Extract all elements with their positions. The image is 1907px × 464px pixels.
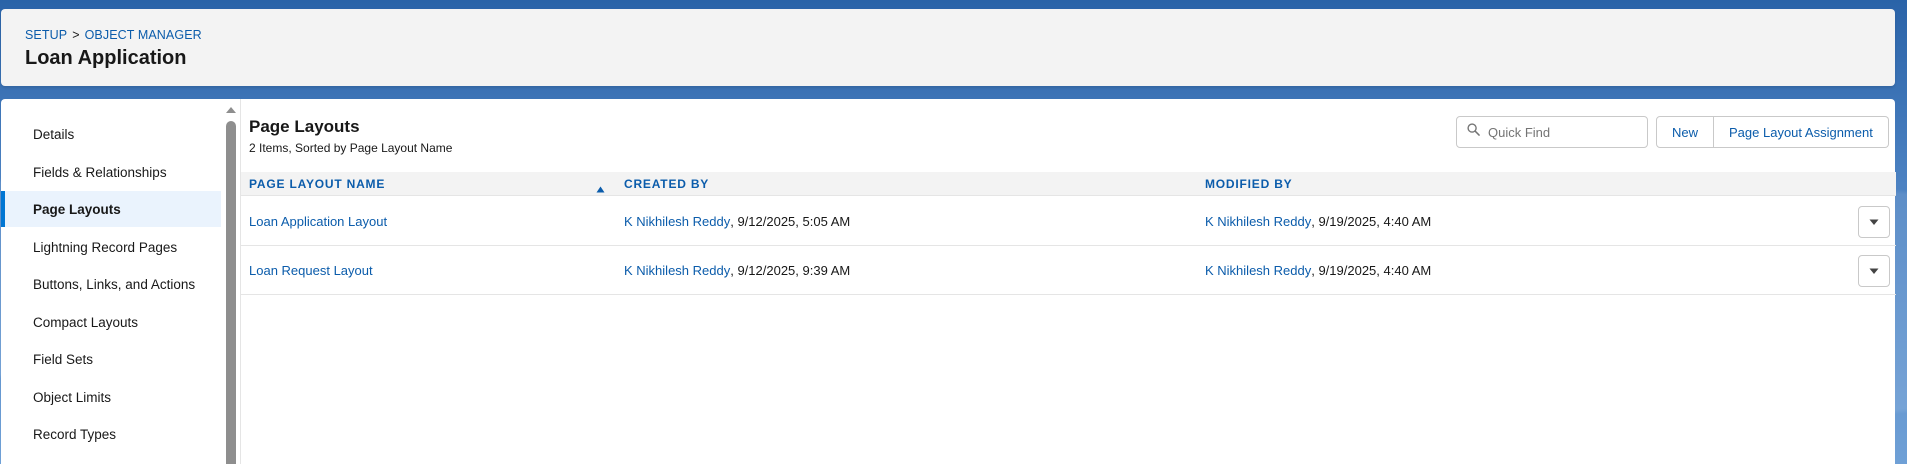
sidebar-item-page-layouts[interactable]: Page Layouts	[1, 191, 221, 227]
page-layout-name-cell: Loan Application Layout	[249, 197, 387, 246]
page-layout-name-cell: Loan Request Layout	[249, 246, 373, 295]
list-title: Page Layouts	[249, 117, 360, 136]
created-by-user-link[interactable]: K Nikhilesh Reddy	[624, 263, 730, 278]
modified-date: , 9/19/2025, 4:40 AM	[1311, 214, 1432, 229]
table-header: PAGE LAYOUT NAME CREATED BY MODIFIED BY	[241, 172, 1896, 196]
sidebar-item-record-types[interactable]: Record Types	[1, 416, 221, 452]
sidebar-item-object-limits[interactable]: Object Limits	[1, 379, 221, 415]
column-header-created-by[interactable]: CREATED BY	[624, 172, 709, 196]
object-sidebar: Details Fields & Relationships Page Layo…	[1, 99, 223, 464]
breadcrumb-separator: >	[72, 28, 80, 42]
chevron-down-icon	[1869, 262, 1879, 280]
scroll-up-arrow-icon[interactable]	[225, 105, 237, 115]
sidebar-item-fields-relationships[interactable]: Fields & Relationships	[1, 154, 221, 190]
page-layout-assignment-button[interactable]: Page Layout Assignment	[1714, 116, 1889, 148]
list-actions: New Page Layout Assignment	[1656, 116, 1889, 148]
scrollbar-thumb[interactable]	[226, 121, 236, 464]
created-by-cell: K Nikhilesh Reddy, 9/12/2025, 9:39 AM	[624, 246, 850, 295]
quick-find-search[interactable]	[1456, 116, 1648, 148]
page-layout-link[interactable]: Loan Application Layout	[249, 214, 387, 229]
modified-by-user-link[interactable]: K Nikhilesh Reddy	[1205, 214, 1311, 229]
sidebar-item-field-sets[interactable]: Field Sets	[1, 341, 221, 377]
column-header-modified-by[interactable]: MODIFIED BY	[1205, 172, 1292, 196]
created-by-user-link[interactable]: K Nikhilesh Reddy	[624, 214, 730, 229]
created-date: , 9/12/2025, 9:39 AM	[730, 263, 851, 278]
modified-by-cell: K Nikhilesh Reddy, 9/19/2025, 4:40 AM	[1205, 197, 1431, 246]
modified-by-user-link[interactable]: K Nikhilesh Reddy	[1205, 263, 1311, 278]
new-button[interactable]: New	[1656, 116, 1715, 148]
created-date: , 9/12/2025, 5:05 AM	[730, 214, 851, 229]
sidebar-item-compact-layouts[interactable]: Compact Layouts	[1, 304, 221, 340]
row-actions-button[interactable]	[1858, 206, 1890, 238]
sidebar-item-lightning-record-pages[interactable]: Lightning Record Pages	[1, 229, 221, 265]
table-row: Loan Request Layout K Nikhilesh Reddy, 9…	[241, 246, 1896, 295]
chevron-down-icon	[1869, 213, 1879, 231]
sort-ascending-icon[interactable]	[596, 180, 605, 198]
sidebar-item-buttons-links-actions[interactable]: Buttons, Links, and Actions	[1, 266, 221, 302]
sidebar-item-details[interactable]: Details	[1, 116, 221, 152]
column-header-page-layout-name[interactable]: PAGE LAYOUT NAME	[249, 172, 385, 196]
quick-find-input[interactable]	[1488, 124, 1638, 140]
modified-date: , 9/19/2025, 4:40 AM	[1311, 263, 1432, 278]
created-by-cell: K Nikhilesh Reddy, 9/12/2025, 5:05 AM	[624, 197, 850, 246]
modified-by-cell: K Nikhilesh Reddy, 9/19/2025, 4:40 AM	[1205, 246, 1431, 295]
page-title: Loan Application	[25, 47, 187, 69]
object-header: SETUP > OBJECT MANAGER Loan Application	[1, 9, 1895, 86]
table-row: Loan Application Layout K Nikhilesh Redd…	[241, 197, 1896, 246]
search-icon	[1467, 123, 1480, 141]
breadcrumb-object-manager-link[interactable]: OBJECT MANAGER	[85, 28, 202, 42]
page-layouts-list: Page Layouts 2 Items, Sorted by Page Lay…	[240, 99, 1896, 464]
page-layout-link[interactable]: Loan Request Layout	[249, 263, 373, 278]
breadcrumb: SETUP > OBJECT MANAGER	[25, 28, 202, 42]
breadcrumb-setup-link[interactable]: SETUP	[25, 28, 67, 42]
row-actions-button[interactable]	[1858, 255, 1890, 287]
list-subtitle: 2 Items, Sorted by Page Layout Name	[249, 141, 453, 155]
main-panel: Details Fields & Relationships Page Layo…	[1, 99, 1896, 464]
